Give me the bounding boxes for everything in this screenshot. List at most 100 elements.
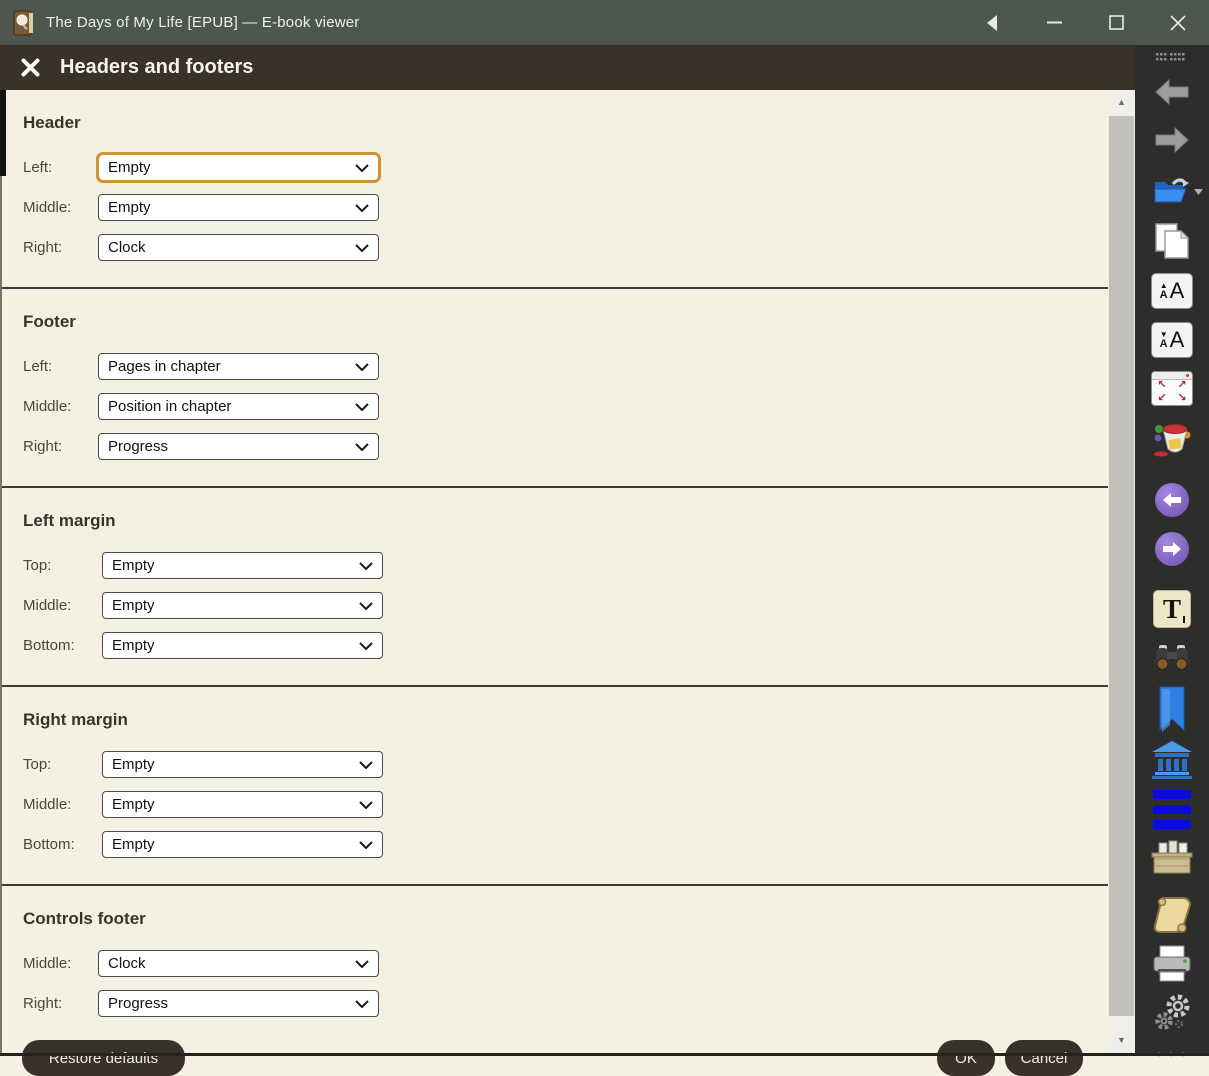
cancel-button[interactable]: Cancel: [1005, 1040, 1083, 1076]
section-heading: Footer: [23, 312, 76, 331]
history-forward-button[interactable]: [1155, 532, 1189, 566]
footer-right-select[interactable]: Progress: [98, 433, 379, 460]
dialog-close-button[interactable]: [17, 55, 43, 81]
copy-pages-icon: [1155, 223, 1190, 259]
form-row: Left: Empty: [23, 152, 1108, 183]
section-header: Header Left: Empty Middle: Empty Right: …: [2, 90, 1108, 289]
controls-footer-right-select[interactable]: Progress: [98, 990, 379, 1017]
select-value: Empty: [108, 199, 151, 216]
collapse-panel-button[interactable]: [961, 0, 1023, 45]
decrease-font-size-button[interactable]: ▼ A A: [1151, 322, 1193, 358]
left-triangle-icon: [986, 14, 997, 31]
chevron-down-icon: [355, 243, 369, 252]
bookmark-button[interactable]: [1158, 686, 1186, 732]
field-label: Top:: [23, 756, 52, 773]
ok-button[interactable]: OK: [937, 1040, 995, 1076]
chevron-down-icon: [359, 840, 373, 849]
nav-forward-button[interactable]: [1154, 125, 1190, 155]
controls-footer-middle-select[interactable]: Clock: [98, 950, 379, 977]
header-left-select[interactable]: Empty: [96, 152, 381, 183]
left-margin-top-select[interactable]: Empty: [102, 552, 383, 579]
maximize-button[interactable]: [1085, 0, 1147, 45]
chevron-down-icon: [359, 601, 373, 610]
toc-tile-button[interactable]: T: [1153, 590, 1191, 628]
field-label: Bottom:: [23, 836, 75, 853]
right-margin-middle-select[interactable]: Empty: [102, 791, 383, 818]
field-label: Middle:: [23, 955, 72, 972]
vertical-scrollbar[interactable]: ▲ ▼: [1108, 90, 1135, 1056]
restore-defaults-button[interactable]: Restore defaults: [22, 1040, 185, 1076]
fullscreen-icon: ↖ ↗ ↙ ↘: [1151, 371, 1193, 406]
page-edge-sliver: [0, 90, 6, 176]
close-icon: [21, 58, 39, 77]
form-row: Middle: Position in chapter: [23, 393, 1108, 420]
paint-can-icon: [1154, 424, 1191, 457]
chevron-down-icon: [359, 561, 373, 570]
arrow-se-glyph: ↘: [1177, 392, 1187, 404]
chevron-down-icon: [355, 362, 369, 371]
right-margin-top-select[interactable]: Empty: [102, 751, 383, 778]
field-label: Middle:: [23, 597, 72, 614]
chevron-down-icon: [359, 800, 373, 809]
section-controls-footer: Controls footer Middle: Clock Right: Pro…: [2, 886, 1108, 1043]
purple-back-circle-icon: [1155, 483, 1189, 517]
window-controls: [961, 0, 1209, 45]
chevron-down-icon: [355, 203, 369, 212]
scrollbar-thumb[interactable]: [1109, 116, 1134, 1016]
table-of-contents-button[interactable]: [1153, 790, 1191, 829]
arrow-sw-glyph: ↙: [1157, 392, 1167, 404]
window-title: The Days of My Life [EPUB] — E-book view…: [46, 14, 360, 31]
letter-t-tile-icon: T: [1153, 590, 1191, 628]
printer-icon: [1153, 945, 1191, 982]
header-right-select[interactable]: Clock: [98, 234, 379, 261]
open-folder-icon: [1154, 178, 1189, 203]
footer-middle-select[interactable]: Position in chapter: [98, 393, 379, 420]
history-back-button[interactable]: [1155, 483, 1189, 517]
big-a-glyph: A: [1169, 278, 1185, 303]
library-building-icon: [1152, 741, 1192, 779]
dialog-header: Headers and footers: [0, 45, 1135, 90]
right-margin-bottom-select[interactable]: Empty: [102, 831, 383, 858]
fullscreen-button[interactable]: ↖ ↗ ↙ ↘: [1151, 371, 1193, 406]
nav-back-button[interactable]: [1154, 77, 1190, 107]
archive-box-icon: [1151, 840, 1193, 874]
field-label: Right:: [23, 995, 63, 1012]
close-icon: [1170, 14, 1186, 31]
footer-left-select[interactable]: Pages in chapter: [98, 353, 379, 380]
header-middle-select[interactable]: Empty: [98, 194, 379, 221]
maximize-icon: [1108, 15, 1124, 30]
gears-icon: [1155, 994, 1190, 1030]
print-button[interactable]: [1150, 945, 1194, 983]
colors-button[interactable]: [1151, 419, 1193, 459]
auto-scroll-button[interactable]: [1151, 895, 1193, 935]
form-row: Right: Progress: [23, 433, 1108, 460]
arrow-ne-glyph: ↗: [1177, 379, 1187, 391]
preferences-button[interactable]: [1152, 993, 1192, 1033]
minimize-button[interactable]: [1023, 0, 1085, 45]
left-margin-middle-select[interactable]: Empty: [102, 592, 383, 619]
minimize-icon: [1046, 21, 1062, 24]
scrollbar-down-arrow[interactable]: ▼: [1108, 1028, 1135, 1052]
chevron-down-icon: [355, 999, 369, 1008]
close-window-button[interactable]: [1147, 0, 1209, 45]
forward-arrow-icon: [1155, 126, 1189, 154]
open-ebook-button[interactable]: [1135, 175, 1209, 205]
font-smaller-icon: ▼ A A: [1151, 322, 1193, 358]
section-right-margin: Right margin Top: Empty Middle: Empty Bo…: [2, 687, 1108, 886]
small-a-glyph: A: [1159, 288, 1168, 301]
scrollbar-up-arrow[interactable]: ▲: [1108, 90, 1135, 114]
reference-mode-button[interactable]: [1150, 839, 1194, 877]
increase-font-size-button[interactable]: ▲ A A: [1151, 273, 1193, 309]
field-label: Middle:: [23, 199, 72, 216]
toolbar-drag-handle[interactable]: [1156, 53, 1188, 63]
select-value: Empty: [112, 597, 155, 614]
drag-handle-icon: [1156, 53, 1185, 61]
form-row: Top: Empty: [23, 751, 1108, 778]
copy-button[interactable]: [1154, 222, 1190, 260]
letter-t-glyph: T: [1162, 593, 1181, 624]
field-label: Right:: [23, 239, 63, 256]
search-button[interactable]: [1152, 644, 1192, 672]
left-margin-bottom-select[interactable]: Empty: [102, 632, 383, 659]
lookup-button[interactable]: [1151, 740, 1193, 780]
section-heading: Right margin: [23, 710, 128, 729]
